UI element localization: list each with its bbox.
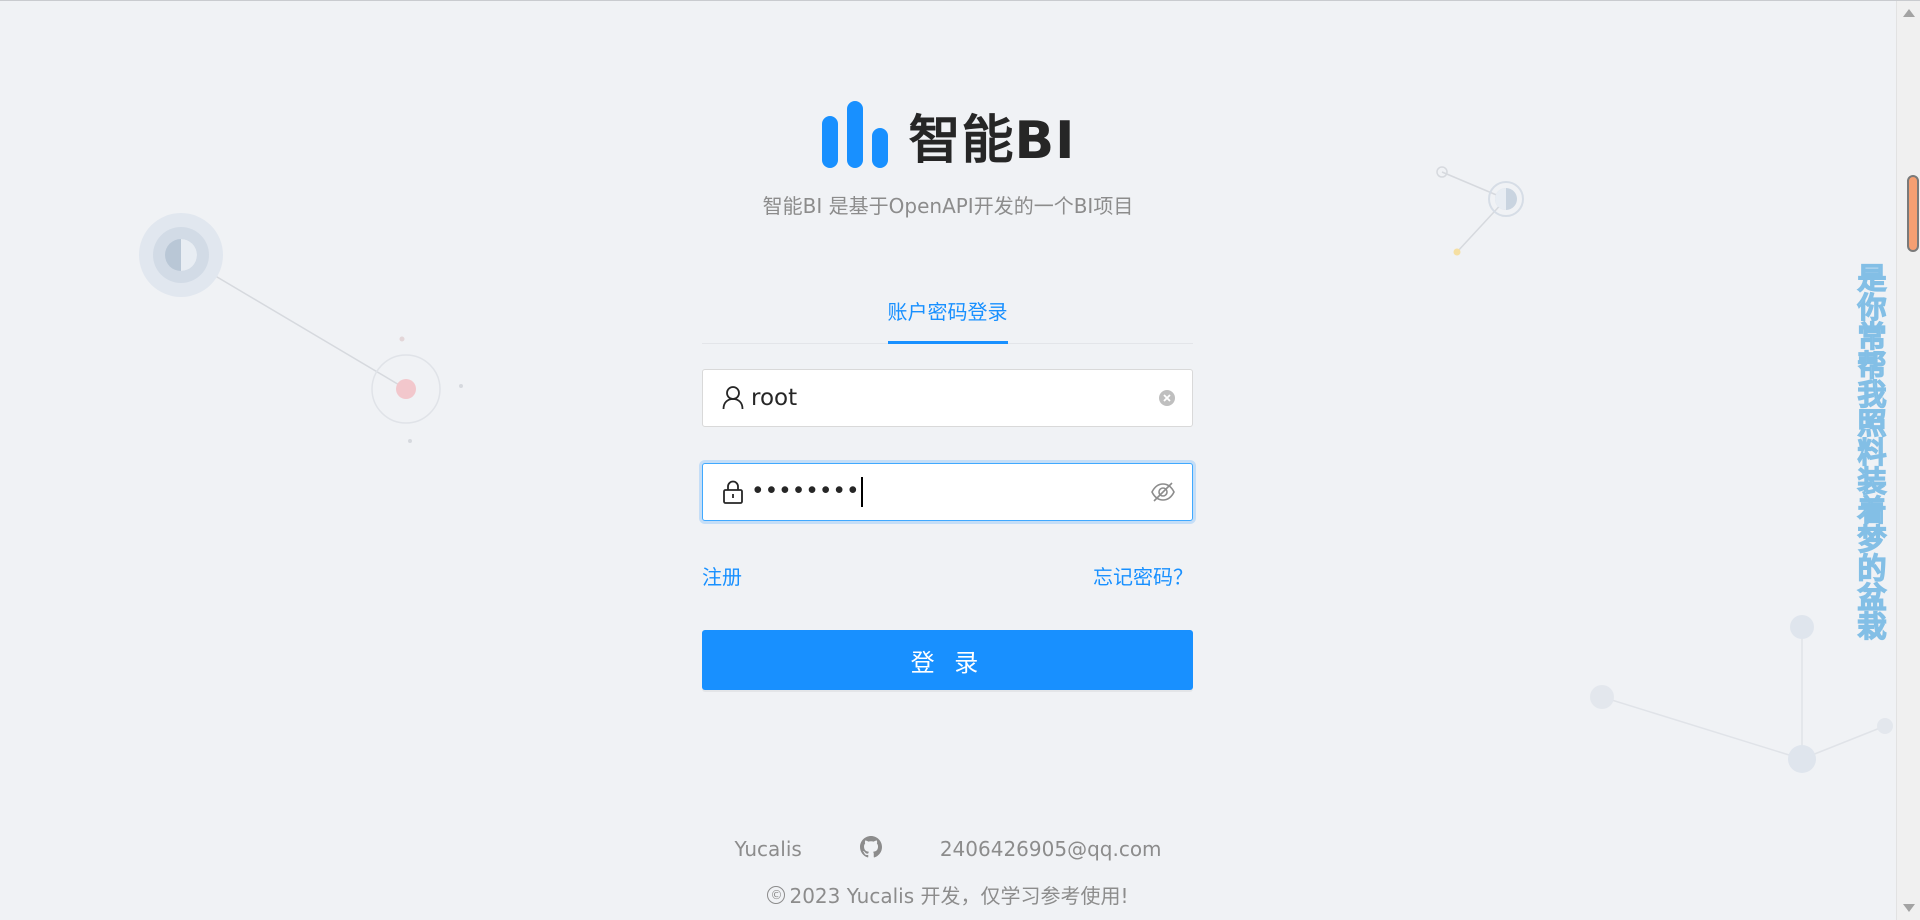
footer-links: Yucalis 2406426905@qq.com <box>0 835 1896 863</box>
username-field[interactable]: root <box>702 369 1193 427</box>
side-decorative-text: 是你常帮我照料装着梦的盆栽 <box>1852 262 1887 640</box>
copyright-text: 2023 Yucalis 开发，仅学习参考使用! <box>789 884 1129 908</box>
footer: Yucalis 2406426905@qq.com © 2023 Yucalis… <box>0 835 1896 909</box>
clear-icon[interactable] <box>1158 389 1176 407</box>
lock-icon <box>721 480 745 504</box>
password-input[interactable]: •••••••• <box>751 477 1150 507</box>
password-dots: •••••••• <box>751 478 860 505</box>
app-description: 智能BI 是基于OpenAPI开发的一个BI项目 <box>762 194 1134 218</box>
username-input[interactable]: root <box>751 385 1158 411</box>
tab-account-password-login[interactable]: 账户密码登录 <box>887 287 1008 344</box>
login-button[interactable]: 登 录 <box>702 630 1193 690</box>
text-caret <box>860 477 863 507</box>
copyright: © 2023 Yucalis 开发，仅学习参考使用! <box>0 880 1896 909</box>
footer-author-link[interactable]: Yucalis <box>734 837 801 861</box>
logo-row: 智能BI <box>0 98 1896 172</box>
auth-links: 注册 忘记密码？ <box>702 561 1193 590</box>
forgot-password-link[interactable]: 忘记密码？ <box>1093 561 1193 590</box>
bar-chart-logo-icon <box>821 101 888 168</box>
copyright-icon: © <box>767 885 786 904</box>
footer-email-link[interactable]: 2406426905@qq.com <box>940 837 1162 861</box>
login-form: 账户密码登录 root •••••••• 注册 忘记密码？ 登 录 <box>702 287 1193 690</box>
password-field[interactable]: •••••••• <box>702 463 1193 521</box>
github-icon[interactable] <box>859 835 882 863</box>
register-link[interactable]: 注册 <box>702 561 742 590</box>
user-icon <box>721 386 745 410</box>
scroll-up-arrow-icon[interactable] <box>1903 9 1915 17</box>
scroll-down-arrow-icon[interactable] <box>1903 904 1915 912</box>
vertical-scrollbar[interactable] <box>1896 1 1920 920</box>
header: 智能BI 智能BI 是基于OpenAPI开发的一个BI项目 <box>0 98 1896 219</box>
scroll-thumb[interactable] <box>1907 175 1919 252</box>
eye-invisible-icon[interactable] <box>1150 481 1176 503</box>
login-tabs: 账户密码登录 <box>702 287 1193 344</box>
app-title: 智能BI <box>908 110 1076 171</box>
